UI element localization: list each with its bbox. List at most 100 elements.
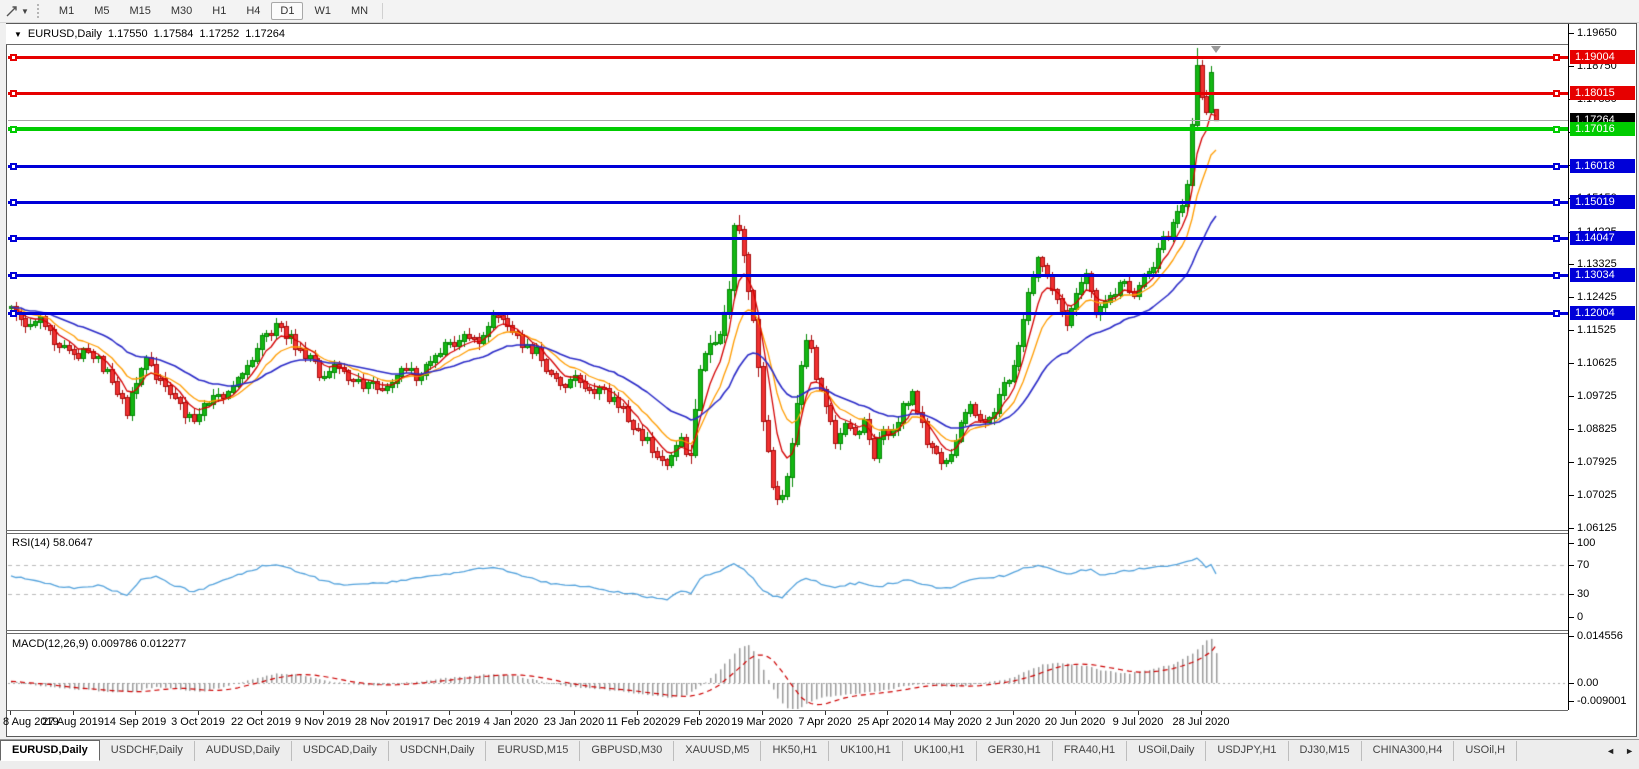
- level-price-label: 1.16018: [1570, 159, 1635, 173]
- line-handle-left[interactable]: [10, 54, 17, 61]
- line-handle-left[interactable]: [10, 272, 17, 279]
- timeframe-button-m1[interactable]: M1: [50, 2, 83, 20]
- date-label: 25 Apr 2020: [857, 716, 916, 728]
- support-line[interactable]: [8, 127, 1568, 131]
- tab-scroll-right-icon[interactable]: ►: [1620, 744, 1639, 758]
- chart-tab-usdjpy-h1[interactable]: USDJPY,H1: [1206, 741, 1288, 761]
- date-label: 29 Feb 2020: [668, 716, 730, 728]
- chart-tab-uk100-h1[interactable]: UK100,H1: [829, 741, 903, 761]
- date-tick-mark: [511, 711, 512, 715]
- date-label: 20 Jun 2020: [1045, 716, 1106, 728]
- line-handle-right[interactable]: [1553, 199, 1560, 206]
- rsi-splitter-bottom[interactable]: [6, 533, 1568, 534]
- chart-tab-gbpusd-m30[interactable]: GBPUSD,M30: [580, 741, 674, 761]
- line-handle-left[interactable]: [10, 126, 17, 133]
- chart-tab-hk50-h1[interactable]: HK50,H1: [761, 741, 829, 761]
- chart-tab-usoil-h[interactable]: USOil,H: [1454, 741, 1517, 761]
- timeframe-button-mn[interactable]: MN: [342, 2, 377, 20]
- date-tick-mark: [198, 711, 199, 715]
- date-label: 28 Nov 2019: [355, 716, 417, 728]
- line-handle-left[interactable]: [10, 310, 17, 317]
- line-handle-right[interactable]: [1553, 272, 1560, 279]
- date-label: 28 Jul 2020: [1173, 716, 1230, 728]
- chart-tab-usdcad-daily[interactable]: USDCAD,Daily: [292, 741, 389, 761]
- support-line[interactable]: [8, 165, 1568, 168]
- support-line[interactable]: [8, 237, 1568, 240]
- top-toolbar: ▼ M1M5M15M30H1H4D1W1MN: [0, 0, 1639, 23]
- line-handle-right[interactable]: [1553, 126, 1560, 133]
- line-handle-left[interactable]: [10, 199, 17, 206]
- line-handle-right[interactable]: [1553, 54, 1560, 61]
- timeframe-button-w1[interactable]: W1: [305, 2, 340, 20]
- date-tick-mark: [950, 711, 951, 715]
- toolbar-separator: [382, 3, 383, 19]
- timeframe-button-m30[interactable]: M30: [162, 2, 201, 20]
- macd-splitter-bottom[interactable]: [6, 633, 1568, 634]
- tab-scroll-left-icon[interactable]: ◄: [1601, 744, 1620, 758]
- resistance-line[interactable]: [8, 92, 1568, 95]
- chart-shift-marker-icon[interactable]: [1211, 46, 1221, 53]
- price-tick-label: 1.07025: [1577, 489, 1617, 501]
- date-tick-mark: [10, 711, 11, 715]
- date-tick-mark: [135, 711, 136, 715]
- chart-tab-eurusd-m15[interactable]: EURUSD,M15: [486, 741, 580, 761]
- support-line[interactable]: [8, 312, 1568, 315]
- price-tick-label: 1.19650: [1577, 27, 1617, 39]
- ohlc-low: 1.17252: [199, 28, 239, 40]
- chart-tab-xauusd-m5[interactable]: XAUUSD,M5: [674, 741, 761, 761]
- price-chart-canvas[interactable]: [0, 0, 1639, 768]
- timeframe-button-h4[interactable]: H4: [237, 2, 269, 20]
- chart-tab-usoil-daily[interactable]: USOil,Daily: [1127, 741, 1206, 761]
- date-label: 17 Dec 2019: [418, 716, 480, 728]
- price-tick-label: 1.06125: [1577, 522, 1617, 534]
- ohlc-open: 1.17550: [108, 28, 148, 40]
- chart-tab-usdcnh-daily[interactable]: USDCNH,Daily: [389, 741, 487, 761]
- level-price-label: 1.18015: [1570, 86, 1635, 100]
- line-handle-left[interactable]: [10, 90, 17, 97]
- chart-menu-icon[interactable]: ▼: [14, 30, 22, 39]
- timeframe-button-group: M1M5M15M30H1H4D1W1MN: [49, 2, 378, 20]
- support-line[interactable]: [8, 201, 1568, 204]
- chart-tab-audusd-daily[interactable]: AUDUSD,Daily: [195, 741, 292, 761]
- price-tick-label: 1.12425: [1577, 291, 1617, 303]
- timeframe-button-m15[interactable]: M15: [120, 2, 159, 20]
- date-label: 14 Sep 2019: [104, 716, 166, 728]
- chart-tab-china300-h4[interactable]: CHINA300,H4: [1362, 741, 1455, 761]
- date-label: 4 Jan 2020: [484, 716, 538, 728]
- date-label: 2 Jun 2020: [986, 716, 1040, 728]
- ohlc-close: 1.17264: [245, 28, 285, 40]
- date-tick-mark: [1075, 711, 1076, 715]
- chart-symbol-label: EURUSD,Daily: [28, 28, 102, 40]
- support-line[interactable]: [8, 274, 1568, 277]
- date-tick-mark: [762, 711, 763, 715]
- date-tick-mark: [1201, 711, 1202, 715]
- level-price-label: 1.12004: [1570, 306, 1635, 320]
- timeframe-button-d1[interactable]: D1: [271, 2, 303, 20]
- rsi-splitter-top[interactable]: [6, 530, 1568, 531]
- price-tick-label: 1.10625: [1577, 357, 1617, 369]
- date-tick-mark: [574, 711, 575, 715]
- line-handle-right[interactable]: [1553, 163, 1560, 170]
- timeframe-button-h1[interactable]: H1: [203, 2, 235, 20]
- line-handle-right[interactable]: [1553, 310, 1560, 317]
- chart-tab-ger30-h1[interactable]: GER30,H1: [977, 741, 1053, 761]
- chart-tab-fra40-h1[interactable]: FRA40,H1: [1053, 741, 1127, 761]
- chart-tab-dj30-m15[interactable]: DJ30,M15: [1289, 741, 1362, 761]
- date-tick-mark: [323, 711, 324, 715]
- line-handle-left[interactable]: [10, 163, 17, 170]
- line-handle-left[interactable]: [10, 235, 17, 242]
- chart-tools-dropdown-icon[interactable]: ▼: [21, 7, 29, 16]
- timeframe-button-m5[interactable]: M5: [85, 2, 118, 20]
- macd-splitter-top[interactable]: [6, 630, 1568, 631]
- chart-tools-icon[interactable]: [3, 3, 21, 19]
- toolbar-drag-handle[interactable]: [37, 4, 43, 18]
- line-handle-right[interactable]: [1553, 235, 1560, 242]
- chart-tabs: EURUSD,DailyUSDCHF,DailyAUDUSD,DailyUSDC…: [0, 740, 1517, 761]
- line-handle-right[interactable]: [1553, 90, 1560, 97]
- resistance-line[interactable]: [8, 56, 1568, 59]
- chart-tab-uk100-h1[interactable]: UK100,H1: [903, 741, 977, 761]
- chart-tab-usdchf-daily[interactable]: USDCHF,Daily: [100, 741, 195, 761]
- chart-tab-eurusd-daily[interactable]: EURUSD,Daily: [0, 740, 100, 761]
- date-label: 9 Jul 2020: [1113, 716, 1164, 728]
- date-label: 19 Mar 2020: [731, 716, 793, 728]
